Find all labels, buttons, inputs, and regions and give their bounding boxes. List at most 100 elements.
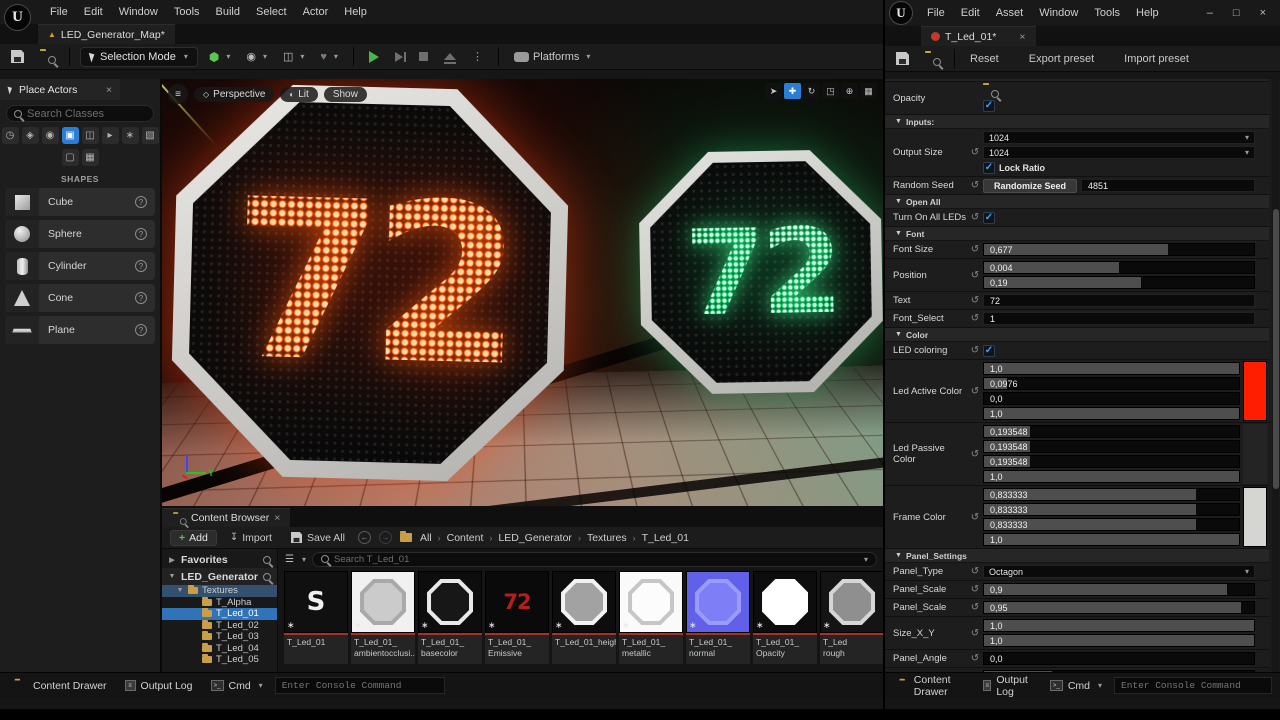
menu-help[interactable]: Help (336, 4, 375, 20)
all-classes-icon[interactable]: ▦ (82, 149, 99, 166)
menu-window[interactable]: Window (111, 4, 166, 20)
color-swatch[interactable] (1243, 424, 1267, 484)
reset-to-default-icon[interactable]: ↺ (967, 512, 983, 523)
value-slider[interactable]: 0,193548 (983, 455, 1240, 468)
tree-folder-textures[interactable]: ▼Textures (162, 585, 277, 597)
move-tool-icon[interactable]: ✚ (784, 83, 801, 99)
section-header-font[interactable]: ▼Font (885, 227, 1269, 241)
console-input[interactable] (282, 680, 438, 691)
reset-to-default-icon[interactable]: ↺ (967, 244, 983, 255)
shape-item-cube[interactable]: Cube? (5, 188, 155, 216)
browse-icon[interactable] (983, 85, 997, 96)
help-icon[interactable]: ? (135, 260, 147, 272)
import-button[interactable]: ↧ Import (225, 529, 277, 547)
quick-add-dropdown[interactable]: ♥▾ (315, 48, 343, 66)
tree-folder-t_led_03[interactable]: T_Led_03 (162, 631, 277, 643)
search-icon[interactable] (263, 573, 271, 581)
lit-dropdown[interactable]: ◐ Lit (280, 87, 317, 102)
menu-build[interactable]: Build (208, 4, 248, 20)
value-slider[interactable]: 0,193548 (983, 425, 1240, 438)
reset-to-default-icon[interactable]: ↺ (967, 386, 983, 397)
help-icon[interactable]: ? (135, 292, 147, 304)
asset-tile-t-ledrough[interactable]: ∗T_Ledrough (820, 571, 883, 665)
cmd-dropdown[interactable]: >_ Cmd ▾ (205, 677, 269, 695)
output-log-button[interactable]: ≡ Output Log (977, 671, 1038, 701)
reset-to-default-icon[interactable]: ↺ (967, 147, 983, 158)
value-slider[interactable]: 0,9 (983, 583, 1255, 596)
save-asset-button[interactable] (891, 49, 914, 68)
output-log-button[interactable]: ≡ Output Log (119, 677, 199, 695)
asset-tile-t-led-01-emissive[interactable]: 72∗T_Led_01_Emissive (485, 571, 549, 665)
minimize-button[interactable]: – (1207, 7, 1213, 19)
asset-tile-t-led-01[interactable]: S∗T_Led_01 (284, 571, 348, 665)
forward-button[interactable]: → (379, 531, 392, 544)
asset-tile-t-led-01-opacity[interactable]: ∗T_Led_01_Opacity (753, 571, 817, 665)
reset-button[interactable]: Reset (965, 50, 1004, 68)
eject-button[interactable] (439, 50, 461, 63)
checkbox[interactable]: ✓ (983, 100, 995, 112)
help-icon[interactable]: ? (135, 228, 147, 240)
close-icon[interactable]: × (274, 512, 280, 524)
value-slider[interactable]: 1,0 (983, 634, 1255, 647)
value-slider[interactable]: 0,833333 (983, 503, 1240, 516)
value-slider[interactable]: 0,004 (983, 261, 1255, 274)
content-drawer-button[interactable]: Content Drawer (8, 677, 113, 695)
shape-item-sphere[interactable]: Sphere? (5, 220, 155, 248)
console-input[interactable] (1121, 680, 1265, 691)
menu-edit[interactable]: Edit (953, 5, 988, 21)
project-section[interactable]: ▼ LED_Generator (162, 568, 277, 585)
shape-item-plane[interactable]: Plane? (5, 316, 155, 344)
reset-to-default-icon[interactable]: ↺ (967, 295, 983, 306)
value-field[interactable]: 72 (983, 294, 1255, 307)
expand-arrow-icon[interactable]: ▼ (176, 587, 184, 594)
menu-file[interactable]: File (42, 4, 76, 20)
scrollbar-thumb[interactable] (1273, 209, 1279, 489)
dropdown-octagon[interactable]: Octagon▾ (983, 565, 1255, 578)
show-dropdown[interactable]: Show (324, 87, 367, 102)
world-space-icon[interactable]: ⊕ (841, 83, 858, 99)
lock-ratio-checkbox[interactable]: ✓Lock Ratio (983, 162, 1045, 174)
stop-button[interactable] (414, 49, 433, 64)
recently-placed-icon[interactable]: ◷ (2, 127, 19, 144)
viewport[interactable]: 72 72 ≡ ◇ Perspective ◐ Lit Show ➤✚↻◳⊕▦ (162, 79, 883, 506)
led-display-red[interactable]: 72 (169, 82, 571, 484)
asset-search-input[interactable]: Search T_Led_01 ▾ (312, 552, 877, 567)
value-slider[interactable]: 0,0 (983, 392, 1240, 405)
save-level-button[interactable] (6, 47, 29, 66)
breadcrumb-item-all[interactable]: All (420, 532, 432, 544)
tree-folder-t_led_02[interactable]: T_Led_02 (162, 620, 277, 632)
breadcrumb-item-content[interactable]: Content (447, 532, 484, 544)
value-slider[interactable]: 1,0 (983, 619, 1255, 632)
geometry-icon[interactable]: ▧ (142, 127, 159, 144)
value-slider[interactable]: 1,0 (983, 533, 1240, 546)
place-actors-tab[interactable]: Place Actors × (0, 79, 120, 100)
menu-asset[interactable]: Asset (988, 5, 1032, 21)
value-slider[interactable]: 0,677 (983, 243, 1255, 256)
play-button[interactable] (364, 48, 384, 66)
reset-to-default-icon[interactable]: ↺ (967, 566, 983, 577)
section-header-color[interactable]: ▼Color (885, 328, 1269, 342)
asset-tab[interactable]: T_Led_01* × (921, 26, 1036, 46)
led-display-green[interactable]: 72 (638, 149, 883, 395)
tree-folder-t_alpha[interactable]: T_Alpha (162, 597, 277, 609)
back-button[interactable]: ← (358, 531, 371, 544)
breadcrumb-item-textures[interactable]: Textures (587, 532, 627, 544)
value-slider[interactable]: 1,0 (983, 470, 1240, 483)
asset-tile-t-led-01-metallic[interactable]: ∗T_Led_01_metallic (619, 571, 683, 665)
viewport-menu-icon[interactable]: ≡ (168, 84, 188, 104)
breadcrumb-item-t_led_01[interactable]: T_Led_01 (642, 532, 689, 544)
content-browser-tab[interactable]: Content Browser × (162, 508, 290, 527)
menu-window[interactable]: Window (1031, 5, 1086, 21)
reset-to-default-icon[interactable]: ↺ (967, 180, 983, 191)
menu-edit[interactable]: Edit (76, 4, 111, 20)
reset-to-default-icon[interactable]: ↺ (967, 653, 983, 664)
color-swatch[interactable] (1243, 487, 1267, 547)
reset-to-default-icon[interactable]: ↺ (967, 584, 983, 595)
value-slider[interactable]: 0,95 (983, 601, 1255, 614)
close-icon[interactable]: × (106, 84, 112, 96)
menu-select[interactable]: Select (248, 4, 295, 20)
frame-skip-button[interactable] (390, 49, 408, 65)
value-slider[interactable]: 0,19 (983, 276, 1255, 289)
save-all-button[interactable]: Save All (285, 528, 350, 547)
tree-folder-t_led_04[interactable]: T_Led_04 (162, 643, 277, 655)
